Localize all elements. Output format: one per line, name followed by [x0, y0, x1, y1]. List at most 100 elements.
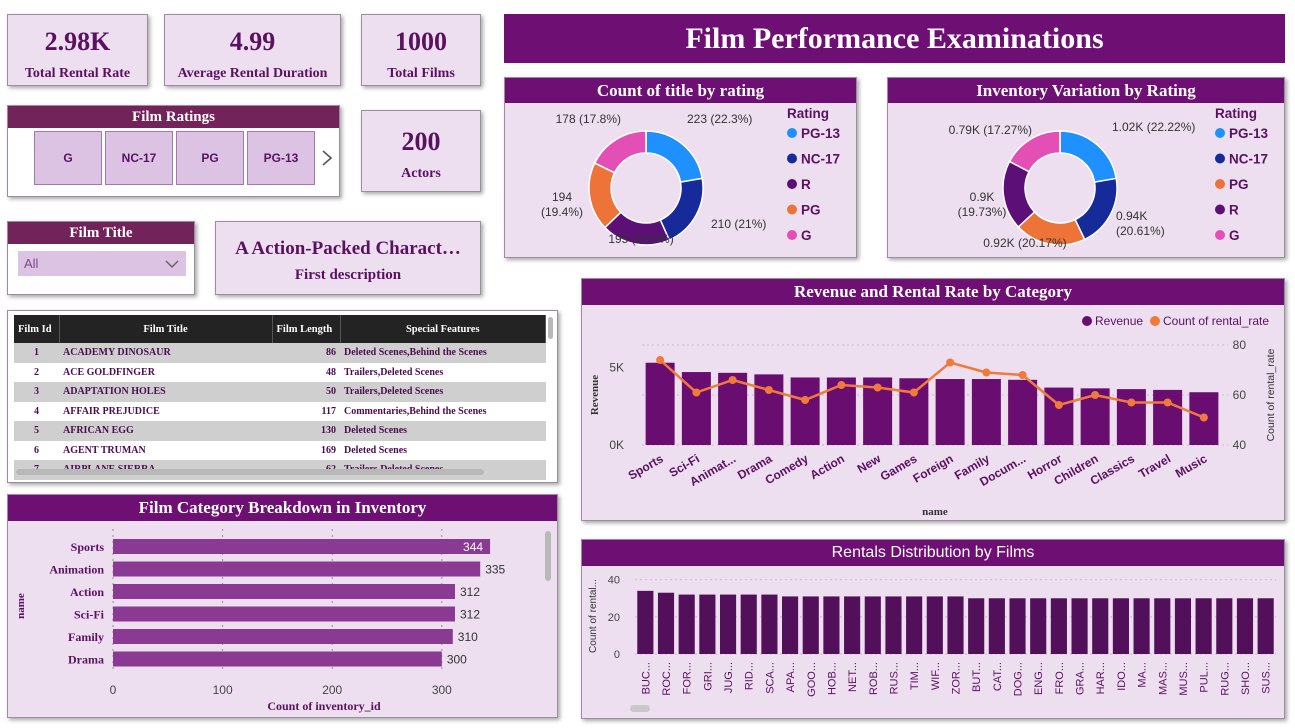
table-horizontal-scrollbar[interactable]	[16, 469, 484, 475]
rental-rate-point	[1091, 391, 1100, 399]
x-tick-label: ROC...	[661, 662, 673, 696]
rental-rate-point	[801, 396, 810, 404]
rental-bar	[823, 596, 840, 654]
y2-tick-label: 60	[1233, 388, 1247, 402]
x-tick-label: CAT...	[992, 662, 1004, 691]
donut-slice	[1008, 130, 1061, 173]
data-label: 312	[460, 608, 480, 622]
table-vertical-scrollbar[interactable]	[548, 317, 553, 339]
rental-rate-point	[764, 386, 773, 394]
rentals-distribution-card: Rentals Distribution by Films 0 20 40 Count…	[581, 539, 1285, 719]
data-label: 195 (19.5%)	[608, 232, 673, 246]
x-axis-title: Count of inventory_id	[267, 699, 381, 713]
cell-special-features: Deleted Scenes	[340, 440, 546, 460]
table-row[interactable]: 2 ACE GOLDFINGER 48 Trailers,Deleted Scenes	[14, 362, 546, 382]
legend-entry: PG	[1229, 177, 1249, 192]
x-tick-label: FOR...	[682, 662, 694, 694]
donut-slice	[1074, 177, 1118, 241]
rating-option-pg13[interactable]: PG-13	[247, 131, 315, 185]
revenue-bar	[899, 378, 929, 445]
rental-bar	[740, 594, 757, 654]
rental-rate-point	[837, 381, 846, 389]
chart-title: Rentals Distribution by Films	[582, 540, 1284, 566]
data-label: 0.9K (19.73%)	[958, 190, 1007, 219]
x-tick-label: DOG...	[1013, 662, 1025, 696]
film-title-dropdown[interactable]: All	[18, 251, 186, 276]
rating-option-pg[interactable]: PG	[176, 131, 244, 185]
revenue-bar	[1116, 389, 1146, 445]
cell-film-id: 4	[14, 401, 59, 421]
chart-scrollbar[interactable]	[545, 531, 551, 581]
x-axis-title: name	[922, 506, 948, 518]
legend-entry: PG-13	[1229, 126, 1269, 141]
rental-bar	[1257, 598, 1274, 654]
revenue-bar	[645, 362, 675, 445]
table-row[interactable]: 4 AFFAIR PREJUDICE 117 Commentaries,Behind …	[14, 401, 546, 421]
revenue-bar	[971, 379, 1001, 445]
x-tick-label: PUL...	[1199, 662, 1211, 693]
slicer-title: Film Ratings	[8, 106, 339, 128]
col-film-title[interactable]: Film Title	[59, 315, 273, 343]
cell-film-id: 6	[14, 440, 59, 460]
legend-entry: PG	[801, 203, 821, 218]
chevron-right-icon[interactable]	[320, 148, 334, 168]
data-label: 223 (22.3%)	[687, 112, 752, 126]
y-tick-label: Drama	[68, 653, 104, 667]
legend-entry: PG-13	[801, 126, 841, 141]
col-special-features[interactable]: Special Features	[340, 315, 546, 343]
rental-bar	[1133, 598, 1150, 654]
y-axis-title: Count of rental...	[588, 579, 599, 653]
table-row[interactable]: 3 ADAPTATION HOLES 50 Trailers,Deleted Scen…	[14, 382, 546, 402]
table-row[interactable]: 5 AFRICAN EGG 130 Deleted Scenes	[14, 421, 546, 441]
category-bar	[113, 606, 455, 622]
x-tick-label: Foreign	[911, 451, 956, 485]
y-tick-label: 20	[608, 612, 620, 624]
data-label: 310	[458, 630, 478, 644]
cell-film-id: 2	[14, 362, 59, 382]
cell-special-features: Trailers,Deleted Scenes	[340, 382, 546, 402]
rental-bar	[657, 592, 675, 654]
chart-scrollbar[interactable]	[630, 705, 650, 712]
kpi-label: Average Rental Duration	[177, 66, 328, 81]
x-tick-label: IDO...	[1116, 662, 1128, 691]
legend-marker	[787, 179, 797, 189]
x-tick-label: TIM...	[909, 662, 921, 690]
donut-slice	[588, 162, 622, 229]
donut-slice	[659, 177, 704, 242]
data-label: 335	[485, 563, 505, 577]
x-tick-label: RUS...	[888, 662, 900, 694]
rental-bar	[1195, 598, 1212, 654]
y2-tick-label: 40	[1233, 438, 1247, 452]
legend-entry: G	[801, 228, 812, 243]
category-inventory-card: Film Category Breakdown in Inventory 0 10…	[7, 494, 558, 718]
col-film-id[interactable]: Film Id	[14, 315, 60, 343]
table-row[interactable]: 6 AGENT TRUMAN 169 Deleted Scenes	[14, 440, 546, 460]
cell-special-features: Deleted Scenes	[340, 421, 546, 441]
kpi-average-rental-duration: 4.99 Average Rental Duration	[164, 14, 341, 86]
inventory-by-rating-card: Inventory Variation by Rating 1.02K (22.…	[887, 77, 1285, 258]
rental-rate-point	[1054, 401, 1063, 409]
category-inventory-chart: 0 100 200 300 Sports 344 Animation 335 Action 312…	[15, 529, 551, 713]
legend-marker	[1215, 153, 1225, 164]
col-film-length[interactable]: Film Length	[272, 315, 341, 343]
legend-entry: G	[1229, 228, 1240, 243]
cell-special-features: Deleted Scenes,Behind the Scenes	[340, 343, 546, 363]
cell-film-title: ADAPTATION HOLES	[59, 382, 272, 402]
kpi-value: 2.98K	[44, 27, 111, 56]
data-label: 194 (19.4%)	[541, 190, 583, 219]
table-row[interactable]: 1 ACADEMY DINOSAUR 86 Deleted Scenes,Behind…	[14, 343, 546, 363]
rental-bar	[1236, 598, 1254, 654]
chart-title: Film Category Breakdown in Inventory	[8, 495, 557, 521]
rental-bar	[1216, 598, 1233, 654]
film-ratings-slicer: Film Ratings G NC-17 PG PG-13	[7, 105, 340, 197]
y-tick-label: Sports	[71, 540, 105, 554]
y-tick-label: 0K	[609, 438, 624, 452]
count-by-rating-chart: 223 (22.3%) 210 (21%) 195 (19.5%) 194 (19.4%…	[541, 106, 841, 246]
category-bar	[113, 651, 442, 667]
table-header-row: Film Id Film Title Film Length Special F…	[14, 315, 546, 343]
rating-option-nc17[interactable]: NC-17	[105, 131, 173, 185]
rating-option-g[interactable]: G	[34, 131, 102, 185]
cell-film-length: 86	[272, 343, 340, 363]
count-by-rating-card: Count of title by rating 223 (22.3%) 210 …	[504, 77, 857, 258]
cell-film-length: 117	[272, 401, 340, 421]
